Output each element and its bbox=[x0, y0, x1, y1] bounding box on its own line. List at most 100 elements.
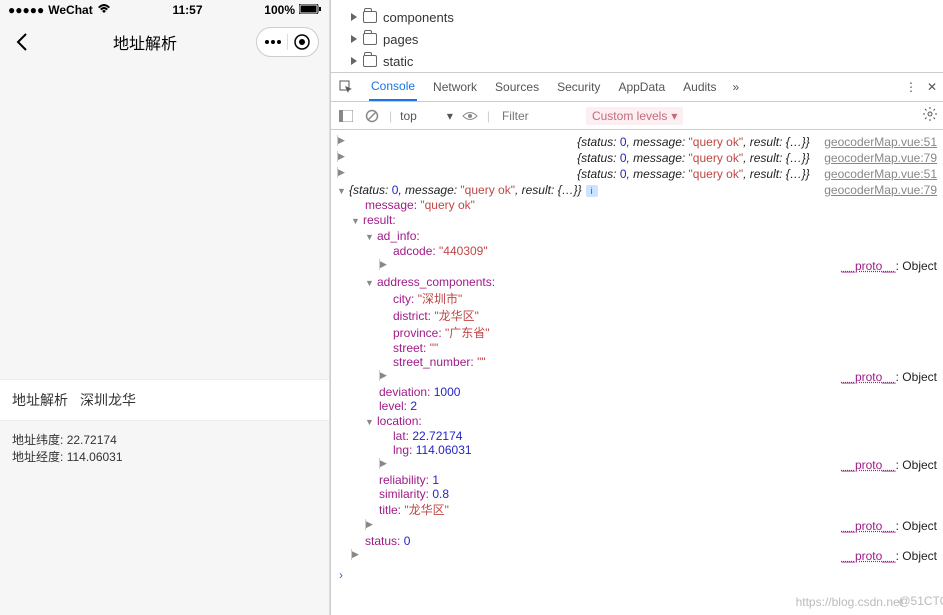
address-label: 地址解析 bbox=[12, 390, 68, 410]
log-source-link[interactable]: geocoderMap.vue:51 bbox=[816, 167, 937, 181]
log-entry[interactable]: {status: 0, message: "query ok", result:… bbox=[337, 166, 937, 182]
devtools-pane: components pages static Console Network … bbox=[330, 0, 943, 615]
battery-percent: 100% bbox=[264, 3, 295, 17]
collapse-arrow-icon[interactable] bbox=[365, 229, 377, 243]
eye-icon[interactable] bbox=[461, 107, 479, 125]
divider bbox=[287, 34, 288, 50]
gear-icon[interactable] bbox=[923, 107, 937, 124]
nav-bar: 地址解析 bbox=[0, 20, 329, 64]
phone-body: 地址解析 地址纬度: 22.72174 地址经度: 114.06031 bbox=[0, 64, 329, 615]
signal-dots-icon: ●●●●● bbox=[8, 3, 44, 17]
coords-block: 地址纬度: 22.72174 地址经度: 114.06031 bbox=[0, 421, 329, 475]
log-entry-expanded[interactable]: {status: 0, message: "query ok", result:… bbox=[337, 182, 937, 198]
collapse-arrow-icon[interactable] bbox=[365, 275, 377, 289]
prop-title: title: "龙华区" bbox=[337, 501, 937, 518]
expand-arrow-icon[interactable] bbox=[365, 519, 842, 530]
prop-result[interactable]: result: bbox=[337, 212, 937, 228]
prop-lng: lng: 114.06031 bbox=[337, 443, 937, 457]
address-input-row: 地址解析 bbox=[0, 379, 329, 421]
prop-adcode: adcode: "440309" bbox=[337, 244, 937, 258]
context-dropdown[interactable]: top▾ bbox=[400, 109, 453, 123]
prop-status: status: 0 bbox=[337, 534, 937, 548]
prop-district: district: "龙华区" bbox=[337, 307, 937, 324]
clock: 11:57 bbox=[172, 3, 202, 17]
info-badge-icon: i bbox=[586, 185, 598, 197]
console-toolbar: | top▾ | Custom levels▾ bbox=[331, 102, 943, 130]
address-input[interactable] bbox=[80, 392, 317, 408]
expand-arrow-icon[interactable] bbox=[379, 259, 842, 270]
toggle-sidebar-icon[interactable] bbox=[337, 107, 355, 125]
folder-icon bbox=[363, 33, 377, 45]
back-button[interactable] bbox=[10, 30, 34, 54]
expand-arrow-icon[interactable] bbox=[379, 458, 842, 469]
battery-icon bbox=[299, 3, 321, 17]
status-bar: ●●●●● WeChat 11:57 100% bbox=[0, 0, 329, 20]
inspect-element-icon[interactable] bbox=[337, 78, 355, 96]
prop-lat: lat: 22.72174 bbox=[337, 429, 937, 443]
tab-security[interactable]: Security bbox=[555, 73, 602, 101]
chevron-down-icon: ▾ bbox=[671, 109, 677, 123]
expand-arrow-icon[interactable] bbox=[351, 549, 842, 560]
log-levels-dropdown[interactable]: Custom levels▾ bbox=[586, 107, 683, 125]
watermark-text: @51CTO博客 bbox=[898, 592, 943, 609]
log-source-link[interactable]: geocoderMap.vue:51 bbox=[816, 135, 937, 149]
status-left: ●●●●● WeChat bbox=[8, 3, 111, 17]
tree-item-components[interactable]: components bbox=[351, 6, 933, 28]
prop-city: city: "深圳市" bbox=[337, 290, 937, 307]
kebab-menu-icon[interactable]: ⋮ bbox=[905, 80, 917, 94]
tab-audits[interactable]: Audits bbox=[681, 73, 718, 101]
prop-proto[interactable]: __proto__: Object bbox=[337, 548, 937, 564]
close-target-button[interactable] bbox=[292, 32, 312, 52]
lng-row: 地址经度: 114.06031 bbox=[12, 448, 317, 465]
collapse-arrow-icon[interactable] bbox=[337, 183, 349, 197]
log-source-link[interactable]: geocoderMap.vue:79 bbox=[816, 183, 937, 197]
nav-capsule bbox=[256, 27, 319, 57]
prop-ad-info[interactable]: ad_info: bbox=[337, 228, 937, 244]
prop-street-number: street_number: "" bbox=[337, 355, 937, 369]
tab-appdata[interactable]: AppData bbox=[616, 73, 667, 101]
close-panel-icon[interactable]: ✕ bbox=[927, 80, 937, 94]
chevron-down-icon: ▾ bbox=[447, 109, 453, 123]
more-tabs-button[interactable]: » bbox=[733, 80, 740, 94]
collapse-arrow-icon[interactable] bbox=[351, 213, 363, 227]
clear-console-icon[interactable] bbox=[363, 107, 381, 125]
prop-proto[interactable]: __proto__: Object bbox=[337, 369, 937, 385]
menu-button[interactable] bbox=[263, 32, 283, 52]
prop-proto[interactable]: __proto__: Object bbox=[337, 518, 937, 534]
prop-proto[interactable]: __proto__: Object bbox=[337, 457, 937, 473]
prop-reliability: reliability: 1 bbox=[337, 473, 937, 487]
prop-proto[interactable]: __proto__: Object bbox=[337, 258, 937, 274]
phone-simulator: ●●●●● WeChat 11:57 100% 地址解析 bbox=[0, 0, 330, 615]
wifi-icon bbox=[97, 3, 111, 17]
prop-province: province: "广东省" bbox=[337, 324, 937, 341]
log-entry[interactable]: {status: 0, message: "query ok", result:… bbox=[337, 150, 937, 166]
tab-sources[interactable]: Sources bbox=[493, 73, 541, 101]
prop-level: level: 2 bbox=[337, 399, 937, 413]
prop-similarity: similarity: 0.8 bbox=[337, 487, 937, 501]
log-entry[interactable]: {status: 0, message: "query ok", result:… bbox=[337, 134, 937, 150]
prop-address-components[interactable]: address_components: bbox=[337, 274, 937, 290]
prop-street: street: "" bbox=[337, 341, 937, 355]
filter-input[interactable] bbox=[498, 107, 578, 125]
folder-icon bbox=[363, 55, 377, 67]
file-tree: components pages static bbox=[331, 0, 943, 72]
status-right: 100% bbox=[264, 3, 321, 17]
prop-message: message: "query ok" bbox=[337, 198, 937, 212]
console-prompt[interactable]: › bbox=[337, 564, 937, 586]
triangle-right-icon bbox=[351, 57, 357, 65]
expand-arrow-icon[interactable] bbox=[337, 151, 577, 162]
tab-console[interactable]: Console bbox=[369, 73, 417, 101]
log-source-link[interactable]: geocoderMap.vue:79 bbox=[816, 151, 937, 165]
expand-arrow-icon[interactable] bbox=[337, 167, 577, 178]
collapse-arrow-icon[interactable] bbox=[365, 414, 377, 428]
expand-arrow-icon[interactable] bbox=[337, 135, 577, 146]
expand-arrow-icon[interactable] bbox=[379, 370, 842, 381]
lat-row: 地址纬度: 22.72174 bbox=[12, 431, 317, 448]
tab-network[interactable]: Network bbox=[431, 73, 479, 101]
folder-icon bbox=[363, 11, 377, 23]
tree-item-static[interactable]: static bbox=[351, 50, 933, 72]
prop-location[interactable]: location: bbox=[337, 413, 937, 429]
tree-item-pages[interactable]: pages bbox=[351, 28, 933, 50]
console-body[interactable]: {status: 0, message: "query ok", result:… bbox=[331, 130, 943, 615]
page-title: 地址解析 bbox=[113, 30, 177, 54]
